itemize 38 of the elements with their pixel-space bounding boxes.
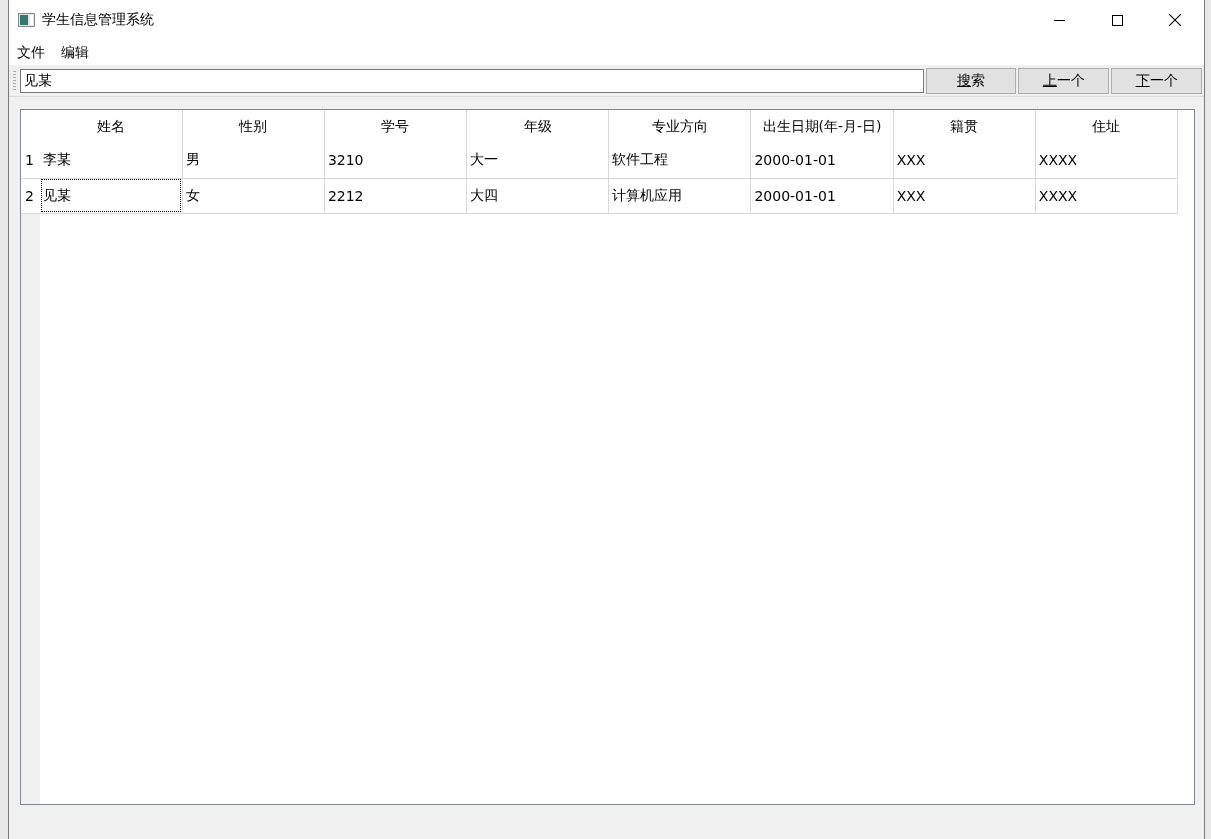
table-cell: 软件工程 — [608, 143, 751, 178]
toolbar-button[interactable]: 下一个 — [1111, 68, 1202, 94]
table-cell: 2000-01-01 — [750, 178, 894, 213]
table-cell: 2212 — [324, 178, 467, 213]
column-header[interactable]: 性别 — [182, 110, 325, 143]
column-header[interactable]: 姓名 — [40, 110, 183, 143]
toolbar-button[interactable]: 上一个 — [1018, 68, 1110, 94]
column-header[interactable]: 学号 — [324, 110, 467, 143]
table-cell: 大一 — [466, 143, 609, 178]
table-cell: 计算机应用 — [608, 178, 751, 213]
column-header[interactable]: 籍贯 — [893, 110, 1036, 143]
search-field[interactable]: 见某 — [20, 69, 924, 93]
row-number[interactable]: 2 — [21, 178, 40, 213]
minimize-icon — [1053, 19, 1065, 21]
table-cell: XXX — [893, 143, 1036, 178]
table-cell: 2000-01-01 — [750, 143, 894, 178]
menu-item[interactable]: 编辑 — [61, 43, 97, 62]
window-title: 学生信息管理系统 — [42, 11, 154, 29]
menu-item[interactable]: 文件 — [17, 43, 53, 62]
close-icon — [1169, 14, 1181, 26]
table-cell: 李某 — [40, 143, 183, 178]
column-header[interactable]: 专业方向 — [608, 110, 751, 143]
maximize-icon — [1111, 14, 1123, 26]
row-number[interactable]: 1 — [21, 143, 40, 178]
table-cell: XXXX — [1035, 143, 1178, 178]
table-cell: 男 — [182, 143, 325, 178]
column-header[interactable]: 住址 — [1035, 110, 1178, 143]
table-cell: XXX — [893, 178, 1036, 213]
table-cell: XXXX — [1035, 178, 1178, 213]
table-cell: 女 — [182, 178, 325, 213]
app-icon — [18, 13, 35, 27]
column-header[interactable]: 年级 — [466, 110, 609, 143]
table-cell: 见某 — [40, 178, 183, 213]
table-cell: 3210 — [324, 143, 467, 178]
column-header[interactable]: 出生日期(年-月-日) — [750, 110, 894, 143]
table-cell: 大四 — [466, 178, 609, 213]
toolbar-button[interactable]: 搜索 — [925, 68, 1017, 94]
toolbar-grip[interactable] — [13, 71, 16, 91]
